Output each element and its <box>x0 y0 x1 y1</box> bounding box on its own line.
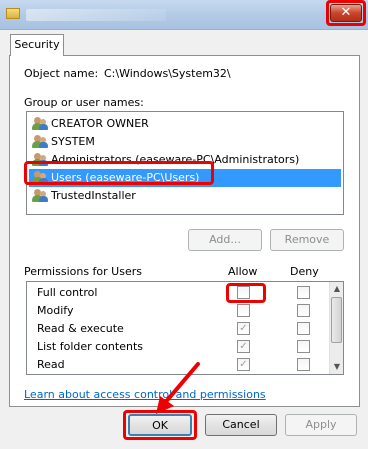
cancel-button[interactable]: Cancel <box>205 414 277 436</box>
scroll-down-icon[interactable]: ▼ <box>330 360 343 374</box>
remove-button[interactable]: Remove <box>270 229 344 251</box>
list-item-label: CREATOR OWNER <box>51 117 149 130</box>
users-icon <box>32 117 48 131</box>
close-annotation-box <box>326 0 366 26</box>
permission-row-full-control: Full control <box>37 286 98 299</box>
title-blurred <box>26 9 166 21</box>
list-item-label: TrustedInstaller <box>51 189 136 202</box>
permission-row-read-execute: Read & execute <box>37 322 124 335</box>
red-arrow-icon <box>156 362 200 414</box>
allow-column-header: Allow <box>228 265 258 278</box>
list-item-trustedinstaller[interactable]: TrustedInstaller <box>29 187 341 205</box>
permission-row-list-folder: List folder contents <box>37 340 143 353</box>
permissions-label: Permissions for Users <box>24 265 142 278</box>
tab-security[interactable]: Security <box>10 34 64 56</box>
users-annotation-box <box>24 161 214 185</box>
folder-icon <box>6 8 20 19</box>
object-name-label: Object name: <box>24 67 99 80</box>
full-control-annotation-box <box>226 283 266 303</box>
list-item-label: SYSTEM <box>51 135 95 148</box>
permission-row-modify: Modify <box>37 304 74 317</box>
deny-checkbox-list-folder[interactable] <box>297 340 310 353</box>
group-names-label: Group or user names: <box>24 96 144 109</box>
allow-checkbox-read[interactable]: ✓ <box>237 358 250 371</box>
add-button[interactable]: Add... <box>188 229 262 251</box>
list-item-creator-owner[interactable]: CREATOR OWNER <box>29 115 341 133</box>
allow-checkbox-list-folder[interactable]: ✓ <box>237 340 250 353</box>
title-bar: ✕ <box>0 0 368 30</box>
ok-annotation-box <box>123 410 197 440</box>
deny-checkbox-full-control[interactable] <box>297 286 310 299</box>
deny-column-header: Deny <box>290 265 319 278</box>
users-icon <box>32 189 48 203</box>
permissions-scrollbar[interactable]: ▲ ▼ <box>329 282 343 374</box>
list-item-system[interactable]: SYSTEM <box>29 133 341 151</box>
allow-checkbox-modify[interactable] <box>237 304 250 317</box>
scroll-up-icon[interactable]: ▲ <box>330 282 343 296</box>
permission-row-read: Read <box>37 358 65 371</box>
deny-checkbox-read-execute[interactable] <box>297 322 310 335</box>
scroll-thumb[interactable] <box>331 297 342 343</box>
allow-checkbox-read-execute[interactable]: ✓ <box>237 322 250 335</box>
deny-checkbox-modify[interactable] <box>297 304 310 317</box>
apply-button[interactable]: Apply <box>285 414 357 436</box>
deny-checkbox-read[interactable] <box>297 358 310 371</box>
learn-access-control-link[interactable]: Learn about access control and permissio… <box>24 388 266 401</box>
users-icon <box>32 135 48 149</box>
object-name-value: C:\Windows\System32\ <box>104 67 231 80</box>
